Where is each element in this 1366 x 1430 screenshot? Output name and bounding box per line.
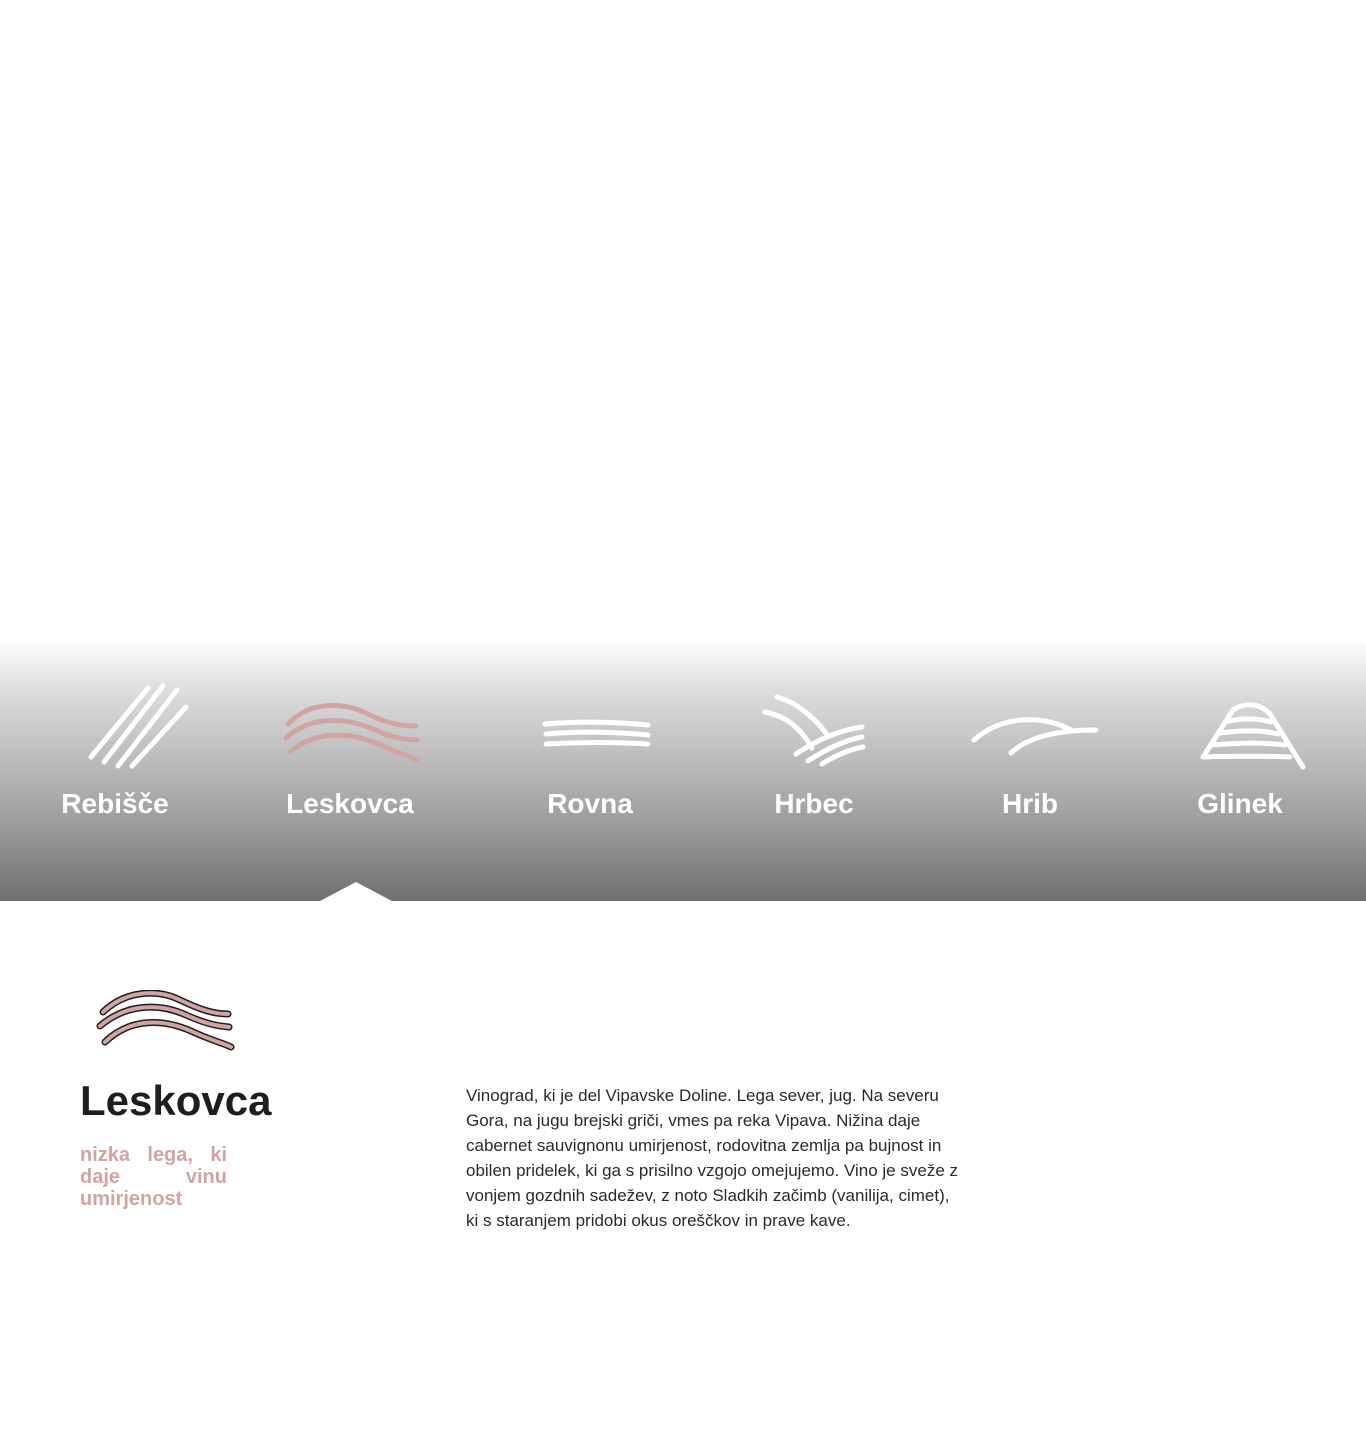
detail-tagline: nizka lega, ki daje vinu umirjenost [80,1144,227,1210]
tab-label: Hrbec [774,788,854,819]
wave-lines-icon [283,703,420,763]
tab-hrbec[interactable]: Hrbec [744,640,884,901]
wave-lines-icon [96,990,235,1051]
tab-glinek[interactable]: Glinek [1170,640,1310,901]
fan-shape-icon [1200,702,1306,770]
crossing-lines-icon [762,694,866,767]
page: Rebišče Leskovca Rovna Hrbec Hrib Glinek… [0,0,1366,1430]
tab-label: Rebišče [61,788,169,819]
detail-title: Leskovca [80,1077,272,1124]
tab-label: Glinek [1197,788,1283,819]
tab-hrib[interactable]: Hrib [960,640,1100,901]
vineyard-tab-bar: Rebišče Leskovca Rovna Hrbec Hrib Glinek [0,640,1366,901]
tab-label: Leskovca [286,788,414,819]
tab-label: Hrib [1002,788,1058,819]
diagonal-lines-icon [88,683,189,769]
detail-description: Vinograd, ki je del Vipavske Doline. Leg… [466,1086,958,1230]
hill-curve-icon [971,717,1099,756]
active-tab-indicator [320,882,392,901]
tab-rovna[interactable]: Rovna [520,640,660,901]
tab-leskovca[interactable]: Leskovca [270,640,430,901]
tab-label: Rovna [547,788,633,819]
flat-lines-icon [542,719,651,747]
tab-rebisce[interactable]: Rebišče [40,640,190,901]
